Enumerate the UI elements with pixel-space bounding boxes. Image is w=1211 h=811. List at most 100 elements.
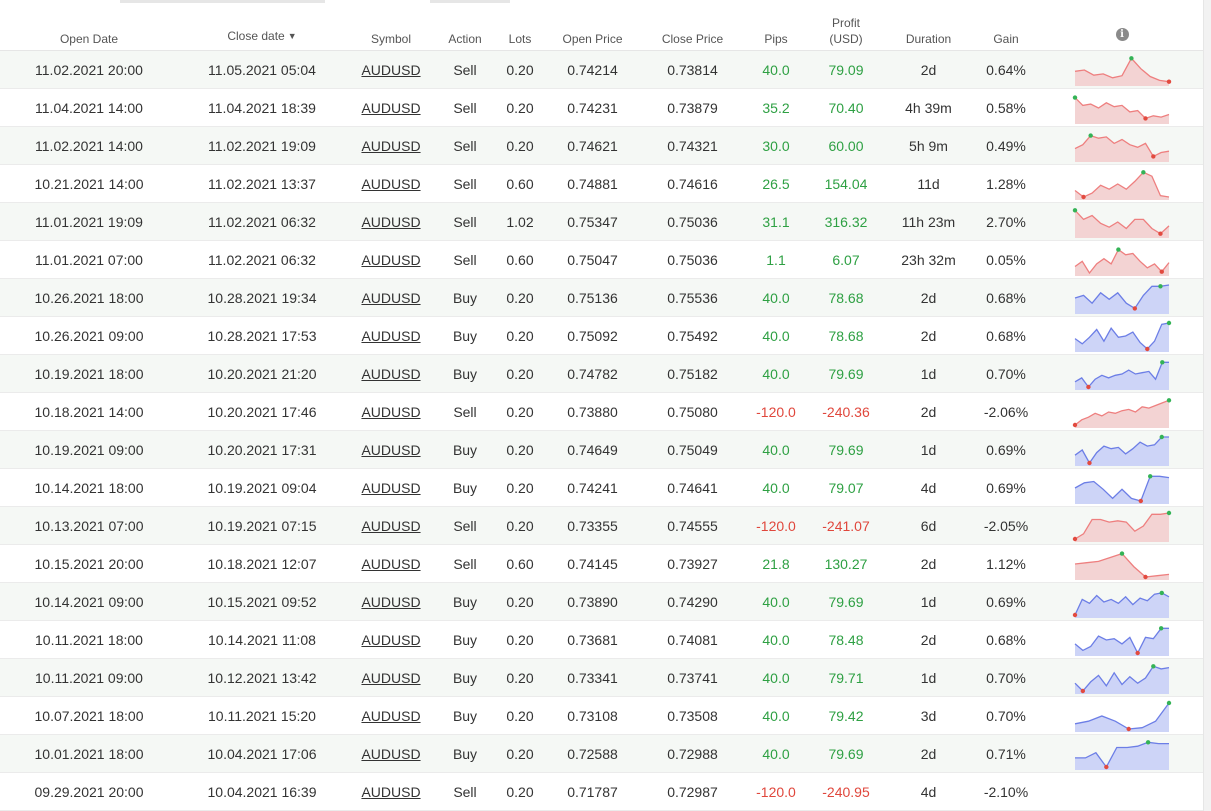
table-row[interactable]: 10.15.2021 20:00 10.18.2021 12:07 AUDUSD Se…	[0, 544, 1203, 583]
table-row[interactable]: 10.21.2021 14:00 11.02.2021 13:37 AUDUSD Se…	[0, 164, 1203, 203]
symbol-link[interactable]: AUDUSD	[346, 50, 436, 89]
col-symbol[interactable]: Symbol	[346, 4, 436, 51]
col-open-price[interactable]: Open Price	[546, 4, 639, 51]
table-row[interactable]: 11.02.2021 14:00 11.02.2021 19:09 AUDUSD Se…	[0, 126, 1203, 165]
symbol-link[interactable]: AUDUSD	[346, 164, 436, 203]
pips-cell: 35.2	[746, 88, 806, 127]
col-close-date[interactable]: Close date ▼	[178, 4, 346, 51]
close-date-cell: 11.02.2021 19:09	[178, 126, 346, 165]
profit-cell: 316.32	[806, 202, 886, 241]
sparkline-chart	[1074, 663, 1170, 694]
table-row[interactable]: 10.11.2021 18:00 10.14.2021 11:08 AUDUSD Bu…	[0, 620, 1203, 659]
open-price-cell: 0.74145	[546, 544, 639, 583]
table-row[interactable]: 10.01.2021 18:00 10.04.2021 17:06 AUDUSD Bu…	[0, 734, 1203, 773]
sparkline-min-dot	[1072, 612, 1078, 617]
sparkline-min-dot	[1145, 346, 1150, 351]
action-cell: Sell	[436, 88, 494, 127]
table-row[interactable]: 10.18.2021 14:00 10.20.2021 17:46 AUDUSD Se…	[0, 392, 1203, 431]
symbol-link[interactable]: AUDUSD	[346, 658, 436, 697]
symbol-link[interactable]: AUDUSD	[346, 392, 436, 431]
symbol-link[interactable]: AUDUSD	[346, 278, 436, 317]
table-row[interactable]: 10.14.2021 18:00 10.19.2021 09:04 AUDUSD Bu…	[0, 468, 1203, 507]
info-icon[interactable]: i	[1115, 28, 1129, 41]
table-row[interactable]: 11.01.2021 07:00 11.02.2021 06:32 AUDUSD Se…	[0, 240, 1203, 279]
close-price-cell: 0.75036	[639, 202, 746, 241]
table-row[interactable]: 10.26.2021 18:00 10.28.2021 19:34 AUDUSD Bu…	[0, 278, 1203, 317]
open-price-cell: 0.71787	[546, 772, 639, 811]
table-row[interactable]: 10.26.2021 09:00 10.28.2021 17:53 AUDUSD Bu…	[0, 316, 1203, 355]
lots-cell: 0.20	[494, 620, 546, 659]
pips-cell: 40.0	[746, 696, 806, 735]
symbol-link[interactable]: AUDUSD	[346, 240, 436, 279]
table-header-row: Open Date Close date ▼ Symbol Action Lots…	[0, 4, 1203, 51]
close-price-cell: 0.72987	[639, 772, 746, 811]
table-row[interactable]: 09.29.2021 20:00 10.04.2021 16:39 AUDUSD Se…	[0, 772, 1203, 811]
symbol-link[interactable]: AUDUSD	[346, 88, 436, 127]
table-row[interactable]: 10.19.2021 18:00 10.20.2021 21:20 AUDUSD Bu…	[0, 354, 1203, 393]
symbol-link[interactable]: AUDUSD	[346, 772, 436, 811]
lots-cell: 0.20	[494, 772, 546, 811]
table-row[interactable]: 10.13.2021 07:00 10.19.2021 07:15 AUDUSD Se…	[0, 506, 1203, 545]
sparkline-area	[1075, 399, 1169, 428]
col-close-price[interactable]: Close Price	[639, 4, 746, 51]
vertical-scrollbar[interactable]	[1203, 0, 1211, 811]
open-date-cell: 10.19.2021 09:00	[0, 430, 178, 469]
col-lots[interactable]: Lots	[494, 4, 546, 51]
lots-cell: 0.20	[494, 316, 546, 355]
symbol-link[interactable]: AUDUSD	[346, 430, 436, 469]
symbol-link[interactable]: AUDUSD	[346, 202, 436, 241]
table-row[interactable]: 11.02.2021 20:00 11.05.2021 05:04 AUDUSD Se…	[0, 50, 1203, 89]
col-profit[interactable]: Profit (USD)	[806, 4, 886, 51]
symbol-link[interactable]: AUDUSD	[346, 126, 436, 165]
symbol-link[interactable]: AUDUSD	[346, 620, 436, 659]
open-date-cell: 10.19.2021 18:00	[0, 354, 178, 393]
sparkline-max-dot	[1158, 283, 1163, 288]
action-cell: Buy	[436, 316, 494, 355]
open-date-cell: 10.14.2021 18:00	[0, 468, 178, 507]
sparkline-chart	[1074, 550, 1170, 580]
pips-cell: 40.0	[746, 278, 806, 317]
symbol-link[interactable]: AUDUSD	[346, 544, 436, 583]
table-row[interactable]: 10.19.2021 09:00 10.20.2021 17:31 AUDUSD Bu…	[0, 430, 1203, 469]
col-duration[interactable]: Duration	[886, 4, 971, 51]
profit-cell: 79.42	[806, 696, 886, 735]
profit-cell: 78.48	[806, 620, 886, 659]
lots-cell: 0.20	[494, 430, 546, 469]
sparkline-cell	[1041, 430, 1203, 469]
open-price-cell: 0.73890	[546, 582, 639, 621]
symbol-link[interactable]: AUDUSD	[346, 316, 436, 355]
table-row[interactable]: 11.04.2021 14:00 11.04.2021 18:39 AUDUSD Se…	[0, 88, 1203, 127]
sparkline-min-dot	[1126, 726, 1131, 731]
sparkline-cell	[1041, 202, 1203, 241]
action-cell: Sell	[436, 392, 494, 431]
open-date-cell: 10.11.2021 09:00	[0, 658, 178, 697]
table-row[interactable]: 10.07.2021 18:00 10.11.2021 15:20 AUDUSD Bu…	[0, 696, 1203, 735]
close-date-cell: 10.19.2021 07:15	[178, 506, 346, 545]
symbol-link[interactable]: AUDUSD	[346, 696, 436, 735]
tab-indicator	[430, 0, 510, 3]
sparkline-chart	[1074, 473, 1170, 504]
sparkline-area	[1075, 209, 1169, 238]
symbol-link[interactable]: AUDUSD	[346, 506, 436, 545]
open-date-cell: 10.21.2021 14:00	[0, 164, 178, 203]
action-cell: Sell	[436, 544, 494, 583]
sparkline-max-dot	[1159, 434, 1164, 439]
symbol-link[interactable]: AUDUSD	[346, 354, 436, 393]
caret-down-icon: ▼	[287, 31, 297, 41]
table-row[interactable]: 10.14.2021 09:00 10.15.2021 09:52 AUDUSD Bu…	[0, 582, 1203, 621]
col-gain[interactable]: Gain	[971, 4, 1041, 51]
table-row[interactable]: 10.11.2021 09:00 10.12.2021 13:42 AUDUSD Bu…	[0, 658, 1203, 697]
sparkline-cell	[1041, 772, 1203, 811]
symbol-link[interactable]: AUDUSD	[346, 468, 436, 507]
col-open-date[interactable]: Open Date	[0, 4, 178, 51]
duration-cell: 1d	[886, 582, 971, 621]
sparkline-min-dot	[1086, 384, 1091, 389]
symbol-link[interactable]: AUDUSD	[346, 582, 436, 621]
col-action[interactable]: Action	[436, 4, 494, 51]
col-pips[interactable]: Pips	[746, 4, 806, 51]
gain-cell: 0.68%	[971, 620, 1041, 659]
table-row[interactable]: 11.01.2021 19:09 11.02.2021 06:32 AUDUSD Se…	[0, 202, 1203, 241]
sparkline-cell	[1041, 468, 1203, 507]
duration-cell: 4d	[886, 772, 971, 811]
symbol-link[interactable]: AUDUSD	[346, 734, 436, 773]
